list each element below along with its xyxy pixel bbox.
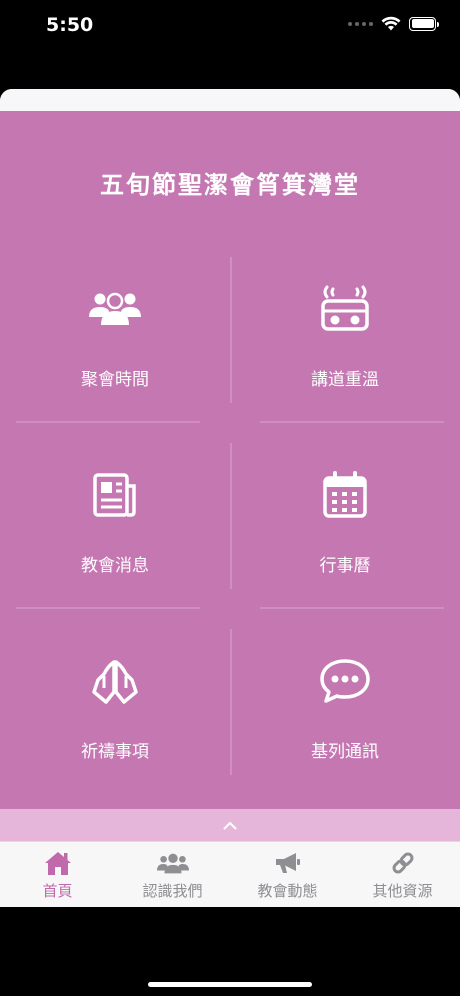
expand-handle[interactable] <box>0 809 460 841</box>
status-bar: 5:50 <box>0 0 460 52</box>
tab-bar: 首頁 認識我們 教會動態 其他資源 <box>0 841 460 907</box>
newspaper-icon <box>85 465 145 525</box>
praying-hands-icon <box>85 651 145 711</box>
people-group-icon <box>85 279 145 339</box>
megaphone-icon <box>272 849 304 877</box>
tile-label: 講道重溫 <box>311 370 379 390</box>
tile-church-news[interactable]: 教會消息 <box>0 443 230 629</box>
menu-grid: 聚會時間 講道重溫 教會消息 行事曆 祈禱事項 基列通訊 <box>0 257 460 817</box>
tile-gilead-newsletter[interactable]: 基列通訊 <box>230 629 460 815</box>
home-panel: 五旬節聖潔會筲箕灣堂 聚會時間 講道重溫 教會消息 行事曆 祈禱事項 基列通訊 <box>0 111 460 809</box>
tile-meeting-times[interactable]: 聚會時間 <box>0 257 230 443</box>
calendar-icon <box>315 465 375 525</box>
tab-label: 其他資源 <box>372 882 433 900</box>
tile-label: 教會消息 <box>81 556 149 576</box>
battery-icon <box>409 16 439 31</box>
tab-church-updates[interactable]: 教會動態 <box>230 842 345 907</box>
tile-label: 祈禱事項 <box>81 742 149 762</box>
app-sheet: 五旬節聖潔會筲箕灣堂 聚會時間 講道重溫 教會消息 行事曆 祈禱事項 基列通訊 … <box>0 89 460 907</box>
link-icon <box>387 849 419 877</box>
tile-calendar[interactable]: 行事曆 <box>230 443 460 629</box>
tab-home[interactable]: 首頁 <box>0 842 115 907</box>
page-title: 五旬節聖潔會筲箕灣堂 <box>100 171 360 199</box>
chevron-up-icon <box>223 821 237 829</box>
status-icons <box>348 16 439 31</box>
home-icon <box>42 849 74 877</box>
tab-other-resources[interactable]: 其他資源 <box>345 842 460 907</box>
tab-label: 首頁 <box>42 882 73 900</box>
tile-sermon-replay[interactable]: 講道重溫 <box>230 257 460 443</box>
status-time: 5:50 <box>46 14 94 36</box>
home-indicator[interactable] <box>148 982 312 987</box>
tab-label: 認識我們 <box>142 882 203 900</box>
users-icon <box>156 849 189 877</box>
wifi-icon <box>381 16 401 31</box>
chat-bubble-icon <box>315 651 375 711</box>
radio-icon <box>315 279 375 339</box>
tab-label: 教會動態 <box>257 882 318 900</box>
cellular-signal-icon <box>348 21 373 26</box>
tile-prayer-items[interactable]: 祈禱事項 <box>0 629 230 815</box>
tile-label: 基列通訊 <box>311 742 379 762</box>
tab-about-us[interactable]: 認識我們 <box>115 842 230 907</box>
sheet-top-strip <box>0 89 460 111</box>
tile-label: 聚會時間 <box>81 370 149 390</box>
tile-label: 行事曆 <box>319 556 371 576</box>
